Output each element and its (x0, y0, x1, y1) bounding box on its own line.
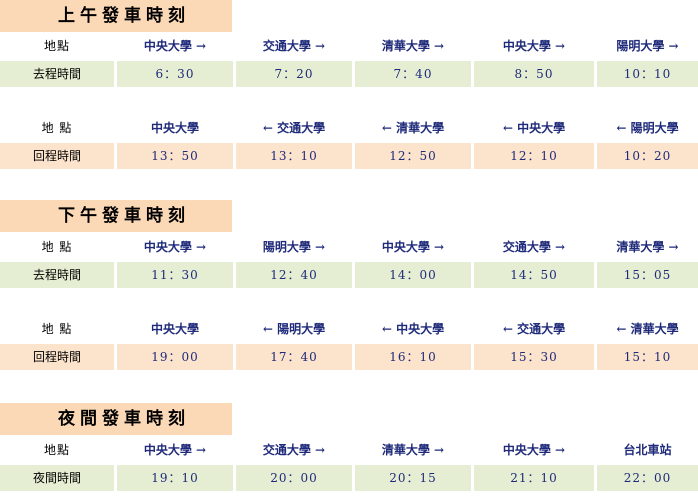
stop-header: 清華大學 → (381, 39, 445, 53)
row-label: 夜間時間 (0, 465, 114, 491)
departure-time: 17：40 (236, 344, 352, 370)
stop-header: 陽明大學 → (262, 240, 326, 254)
stop-header: 清華大學 → (616, 240, 679, 254)
departure-time: 13：10 (236, 143, 352, 169)
stop-header: 中央大學 → (143, 39, 207, 53)
departure-time: 19：10 (117, 465, 233, 491)
departure-time: 12：10 (474, 143, 594, 169)
departure-time: 12：50 (355, 143, 471, 169)
night-header-row: 地點 中央大學 → 交通大學 → 清華大學 → 中央大學 → 台北車站 (0, 437, 698, 463)
departure-time: 6：30 (117, 61, 233, 87)
stop-header: 中央大學 → (502, 443, 566, 457)
departure-time: 22：00 (597, 465, 698, 491)
afternoon-outbound-time-row: 去程時間 11：30 12：40 14：00 14：50 15：05 (0, 262, 698, 288)
row-label: 回程時間 (0, 344, 114, 370)
departure-time: 15：10 (597, 344, 698, 370)
stop-header: 中央大學 → (381, 240, 445, 254)
departure-time: 20：00 (236, 465, 352, 491)
departure-time: 10：20 (597, 143, 698, 169)
row-label: 回程時間 (0, 143, 114, 169)
departure-time: 10：10 (597, 61, 698, 87)
morning-outbound-time-row: 去程時間 6：30 7：20 7：40 8：50 10：10 (0, 61, 698, 87)
afternoon-return-header-row: 地 點 中央大學 ← 陽明大學 ← 中央大學 ← 交通大學 ← 清華大學 (0, 316, 698, 342)
stop-header: 中央大學 (150, 121, 199, 135)
stop-header: 交通大學 → (502, 240, 566, 254)
departure-time: 11：30 (117, 262, 233, 288)
stop-header: 交通大學 → (262, 39, 326, 53)
stop-header: ← 交通大學 (262, 121, 326, 135)
departure-time: 13：50 (117, 143, 233, 169)
morning-return-time-row: 回程時間 13：50 13：10 12：50 12：10 10：20 (0, 143, 698, 169)
departure-time: 12：40 (236, 262, 352, 288)
stop-header: 清華大學 → (381, 443, 445, 457)
stop-header: 台北車站 (623, 443, 672, 457)
departure-time: 14：00 (355, 262, 471, 288)
stop-header: ← 陽明大學 (262, 322, 326, 336)
location-header: 地 點 (41, 121, 73, 135)
stop-header: ← 交通大學 (502, 322, 566, 336)
row-label: 去程時間 (0, 61, 114, 87)
morning-section-title: 上午發車時刻 (0, 0, 232, 32)
afternoon-return-time-row: 回程時間 19：00 17：40 16：10 15：30 15：10 (0, 344, 698, 370)
departure-time: 15：30 (474, 344, 594, 370)
afternoon-section-title: 下午發車時刻 (0, 200, 232, 232)
departure-time: 20：15 (355, 465, 471, 491)
departure-time: 21：10 (474, 465, 594, 491)
location-header: 地點 (43, 39, 70, 53)
departure-time: 7：40 (355, 61, 471, 87)
stop-header: ← 中央大學 (381, 322, 445, 336)
stop-header: 中央大學 → (143, 240, 207, 254)
stop-header: 中央大學 → (502, 39, 566, 53)
departure-time: 16：10 (355, 344, 471, 370)
morning-outbound-header-row: 地點 中央大學 → 交通大學 → 清華大學 → 中央大學 → 陽明大學 → (0, 33, 698, 59)
departure-time: 14：50 (474, 262, 594, 288)
stop-header: 中央大學 → (143, 443, 207, 457)
departure-time: 19：00 (117, 344, 233, 370)
stop-header: 陽明大學 → (616, 39, 679, 53)
location-header: 地 點 (41, 322, 73, 336)
stop-header: ← 陽明大學 (616, 121, 679, 135)
departure-time: 8：50 (474, 61, 594, 87)
morning-return-header-row: 地 點 中央大學 ← 交通大學 ← 清華大學 ← 中央大學 ← 陽明大學 (0, 115, 698, 141)
departure-time: 7：20 (236, 61, 352, 87)
stop-header: ← 清華大學 (616, 322, 679, 336)
night-section-title: 夜間發車時刻 (0, 403, 232, 435)
location-header: 地 點 (41, 240, 73, 254)
stop-header: 中央大學 (150, 322, 199, 336)
afternoon-outbound-header-row: 地 點 中央大學 → 陽明大學 → 中央大學 → 交通大學 → 清華大學 → (0, 234, 698, 260)
row-label: 去程時間 (0, 262, 114, 288)
stop-header: 交通大學 → (262, 443, 326, 457)
stop-header: ← 中央大學 (502, 121, 566, 135)
stop-header: ← 清華大學 (381, 121, 445, 135)
location-header: 地點 (43, 443, 70, 457)
night-time-row: 夜間時間 19：10 20：00 20：15 21：10 22：00 (0, 465, 698, 491)
departure-time: 15：05 (597, 262, 698, 288)
